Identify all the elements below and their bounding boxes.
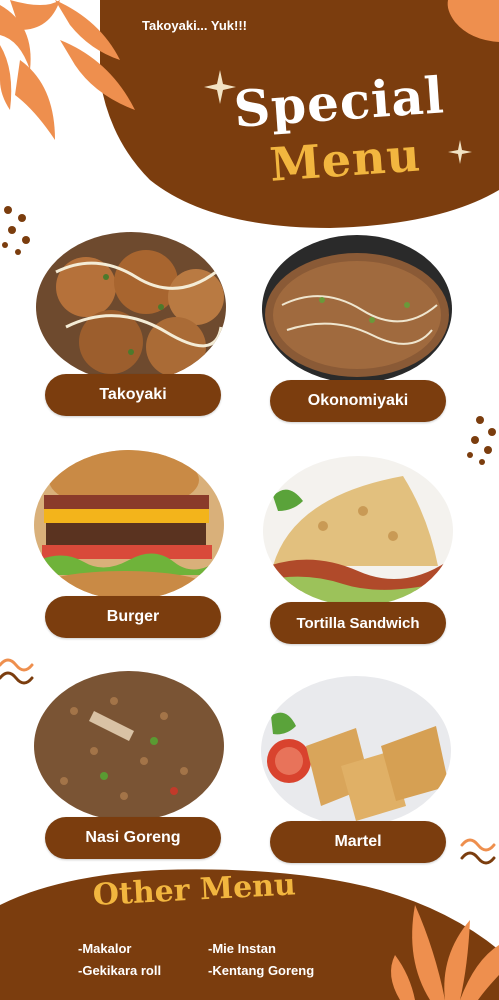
- burger-photo: [34, 450, 224, 600]
- menu-item-martel: Martel: [270, 821, 446, 863]
- other-menu-item: -Makalor: [78, 941, 132, 956]
- menu-item-nasi-goreng: Nasi Goreng: [45, 817, 221, 859]
- other-menu-item: -Gekikara roll: [78, 963, 162, 978]
- dots-decoration-right: [467, 416, 496, 465]
- okonomiyaki-photo: [262, 235, 452, 383]
- nasi-goreng-photo: [34, 671, 224, 821]
- martel-photo: [261, 676, 451, 826]
- tagline: Takoyaki... Yuk!!!: [142, 18, 248, 33]
- wave-decoration-left: [0, 658, 34, 685]
- wave-decoration-right: [460, 838, 496, 865]
- tortilla-sandwich-photo: [263, 456, 453, 606]
- menu-item-tortilla-sandwich: Tortilla Sandwich: [270, 602, 446, 644]
- title-menu: Menu: [268, 127, 423, 192]
- other-menu-item: -Mie Instan: [208, 941, 276, 956]
- menu-item-okonomiyaki: Okonomiyaki: [270, 380, 446, 422]
- takoyaki-photo: [36, 232, 226, 382]
- other-menu-item: -Kentang Goreng: [208, 963, 315, 978]
- menu-item-takoyaki: Takoyaki: [45, 374, 221, 416]
- menu-item-burger: Burger: [45, 596, 221, 638]
- dots-decoration-left: [2, 206, 30, 255]
